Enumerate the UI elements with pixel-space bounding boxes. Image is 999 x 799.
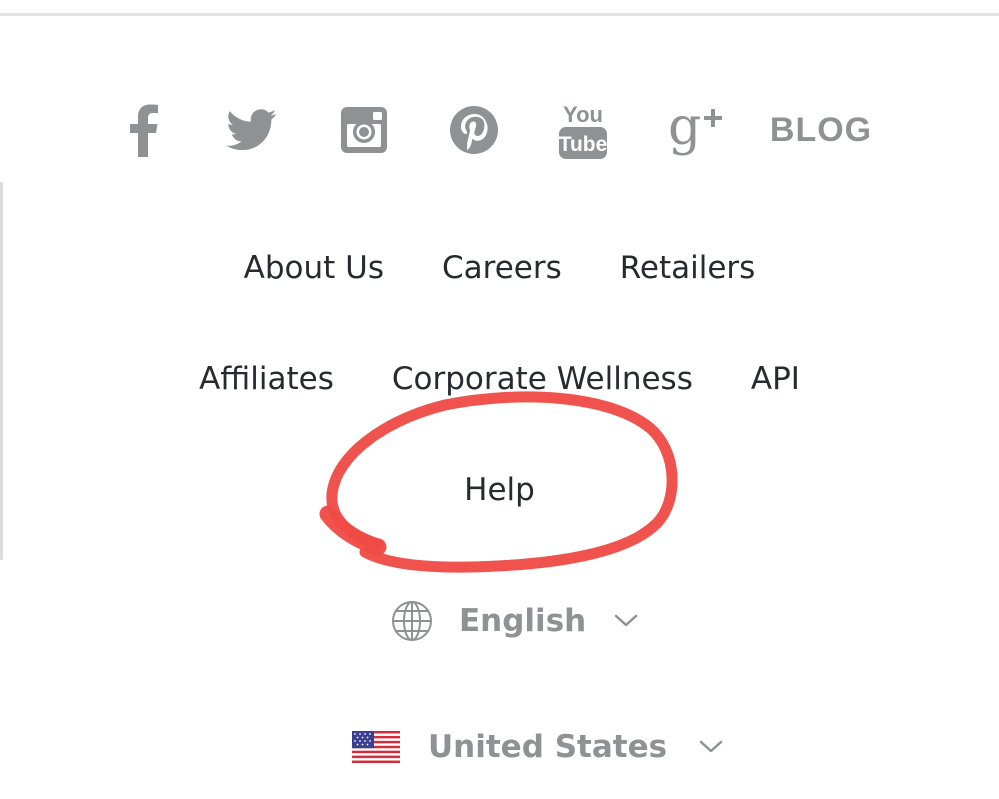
help-link[interactable]: Help <box>464 472 535 508</box>
footer-nav-row-1: About Us Careers Retailers <box>0 250 999 286</box>
svg-text:g: g <box>668 100 701 157</box>
instagram-icon <box>341 107 387 153</box>
globe-icon <box>392 601 432 641</box>
youtube-icon: You Tube <box>559 102 608 159</box>
corporate-wellness-link[interactable]: Corporate Wellness <box>392 361 693 397</box>
about-us-link[interactable]: About Us <box>244 250 384 286</box>
us-flag-icon <box>352 731 400 763</box>
twitter-icon <box>226 109 277 151</box>
youtube-bottom-text: Tube <box>559 133 608 156</box>
youtube-link[interactable]: You Tube <box>555 95 611 165</box>
country-selector[interactable]: United States <box>352 722 723 772</box>
footer-nav-row-2: Affiliates Corporate Wellness API <box>0 361 999 397</box>
chevron-down-icon <box>699 740 723 753</box>
retailers-link[interactable]: Retailers <box>620 250 756 286</box>
youtube-top-text: You <box>563 102 603 127</box>
instagram-link[interactable] <box>336 95 392 165</box>
twitter-link[interactable] <box>224 95 280 165</box>
google-plus-icon: g <box>668 100 722 157</box>
chevron-down-icon <box>614 614 638 627</box>
pinterest-icon <box>450 106 498 154</box>
facebook-icon <box>130 104 158 157</box>
careers-link[interactable]: Careers <box>442 250 562 286</box>
country-label: United States <box>428 729 668 765</box>
affiliates-link[interactable]: Affiliates <box>199 361 334 397</box>
top-divider <box>0 13 999 16</box>
language-label: English <box>459 603 587 639</box>
blog-link[interactable]: BLOG <box>760 95 882 165</box>
social-links-row: You Tube g BLOG <box>0 95 999 165</box>
google-plus-link[interactable]: g <box>664 95 724 165</box>
api-link[interactable]: API <box>751 361 800 397</box>
pinterest-link[interactable] <box>446 95 502 165</box>
language-selector[interactable]: English <box>391 596 638 646</box>
facebook-link[interactable] <box>118 95 168 165</box>
footer-nav-row-3: Help <box>0 472 999 508</box>
